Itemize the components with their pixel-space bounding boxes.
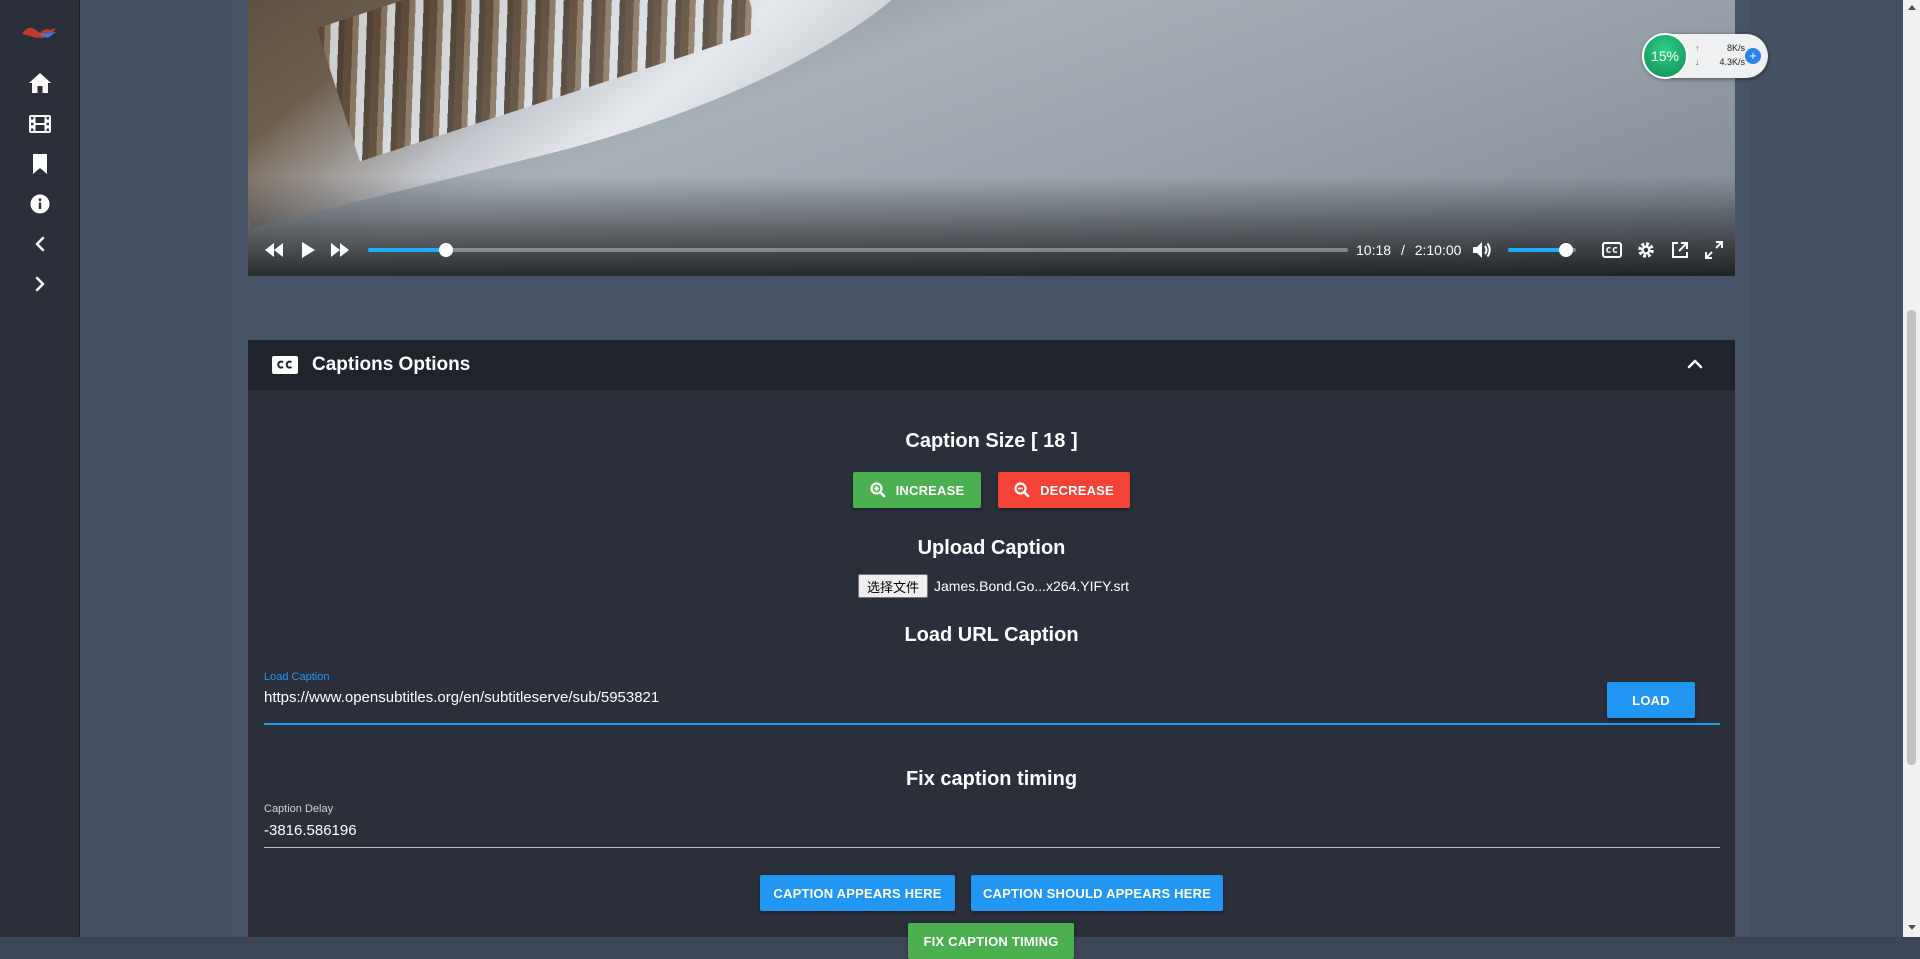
caption-size-heading: Caption Size [ 18 ]	[905, 430, 1078, 452]
zoom-out-icon	[1014, 482, 1030, 498]
fast-forward-icon[interactable]	[328, 238, 352, 262]
upload-speed: 8K/s	[1726, 43, 1745, 53]
plus-icon[interactable]: +	[1745, 48, 1761, 64]
video-player[interactable]: 10:18 / 2:10:00	[248, 0, 1735, 276]
home-icon[interactable]	[22, 68, 58, 98]
captions-panel-title: Captions Options	[312, 354, 471, 375]
zoom-in-icon	[870, 482, 886, 498]
volume-slider[interactable]	[1508, 243, 1576, 257]
seek-bar-fill	[368, 248, 446, 252]
increase-label: INCREASE	[895, 482, 965, 498]
download-speed-row: ↓ 4.3K/s	[1695, 57, 1745, 67]
volume-slider-fill	[1508, 248, 1566, 252]
caption-should-appear-label: CAPTION SHOULD APPEARS HERE	[982, 885, 1212, 901]
chevron-left-icon[interactable]	[22, 229, 58, 259]
app-logo[interactable]	[20, 22, 60, 42]
fullscreen-icon[interactable]	[1702, 238, 1726, 262]
captions-panel-body: Caption Size [ 18 ] INCREASE DECREASE Up…	[248, 390, 1735, 959]
load-label: LOAD	[1632, 692, 1670, 708]
caption-appears-here-button[interactable]: CAPTION APPEARS HERE	[760, 875, 955, 911]
download-arrow-icon: ↓	[1695, 57, 1700, 67]
upload-arrow-icon: ↑	[1695, 43, 1700, 53]
page-scrollbar[interactable]	[1903, 0, 1920, 937]
upload-caption-heading: Upload Caption	[917, 537, 1066, 559]
popout-icon[interactable]	[1668, 238, 1692, 262]
fix-caption-timing-heading: Fix caption timing	[905, 768, 1078, 790]
captions-panel-header[interactable]: Captions Options	[248, 340, 1735, 390]
current-time: 10:18	[1356, 242, 1392, 258]
time-separator: /	[1400, 242, 1405, 258]
download-speed: 4.3K/s	[1719, 57, 1745, 67]
decrease-button[interactable]: DECREASE	[998, 472, 1130, 508]
rewind-icon[interactable]	[262, 238, 286, 262]
decrease-label: DECREASE	[1040, 482, 1114, 498]
bookmark-icon[interactable]	[22, 149, 58, 179]
load-url-caption-heading: Load URL Caption	[904, 624, 1079, 646]
cc-icon	[272, 356, 298, 379]
play-icon[interactable]	[296, 238, 320, 262]
sidebar	[0, 0, 80, 937]
upload-speed-row: ↑ 8K/s	[1695, 43, 1745, 53]
info-icon[interactable]	[22, 189, 58, 219]
scroll-up-arrow-icon[interactable]	[1908, 5, 1916, 10]
caption-should-appear-button[interactable]: CAPTION SHOULD APPEARS HERE	[971, 875, 1223, 911]
scrollbar-thumb[interactable]	[1907, 310, 1916, 765]
increase-button[interactable]: INCREASE	[853, 472, 981, 508]
chevron-up-icon[interactable]	[1687, 357, 1703, 375]
chosen-file-name: James.Bond.Go...x264.YIFY.srt	[934, 578, 1130, 594]
captions-icon[interactable]	[1600, 238, 1624, 262]
chevron-right-icon[interactable]	[22, 269, 58, 299]
seek-bar-thumb[interactable]	[438, 243, 453, 257]
caption-appears-here-label: CAPTION APPEARS HERE	[773, 885, 942, 901]
film-icon[interactable]	[22, 109, 58, 139]
caption-delay-input[interactable]: -3816.586196	[264, 822, 357, 839]
caption-url-input[interactable]: https://www.opensubtitles.org/en/subtitl…	[264, 689, 659, 706]
fix-caption-timing-button[interactable]: FIX CAPTION TIMING	[908, 923, 1074, 959]
caption-url-input-underline	[264, 723, 1720, 725]
volume-icon[interactable]	[1470, 238, 1494, 262]
fix-caption-timing-label: FIX CAPTION TIMING	[923, 933, 1059, 949]
video-controls: 10:18 / 2:10:00	[248, 224, 1735, 276]
caption-delay-input-underline	[264, 847, 1720, 848]
settings-gear-icon[interactable]	[1634, 238, 1658, 262]
choose-file-button[interactable]: 选择文件	[858, 574, 928, 598]
network-speed-widget[interactable]: 15% ↑ 8K/s ↓ 4.3K/s +	[1642, 33, 1768, 79]
time-display: 10:18 / 2:10:00	[1356, 242, 1461, 258]
seek-bar[interactable]	[368, 243, 1348, 257]
volume-slider-thumb[interactable]	[1558, 243, 1573, 257]
load-button[interactable]: LOAD	[1607, 682, 1695, 718]
network-percent-badge: 15%	[1642, 33, 1688, 79]
duration: 2:10:00	[1414, 242, 1462, 258]
caption-delay-label: Caption Delay	[264, 803, 334, 815]
load-caption-field-label: Load Caption	[264, 671, 330, 683]
scroll-down-arrow-icon[interactable]	[1908, 925, 1916, 930]
